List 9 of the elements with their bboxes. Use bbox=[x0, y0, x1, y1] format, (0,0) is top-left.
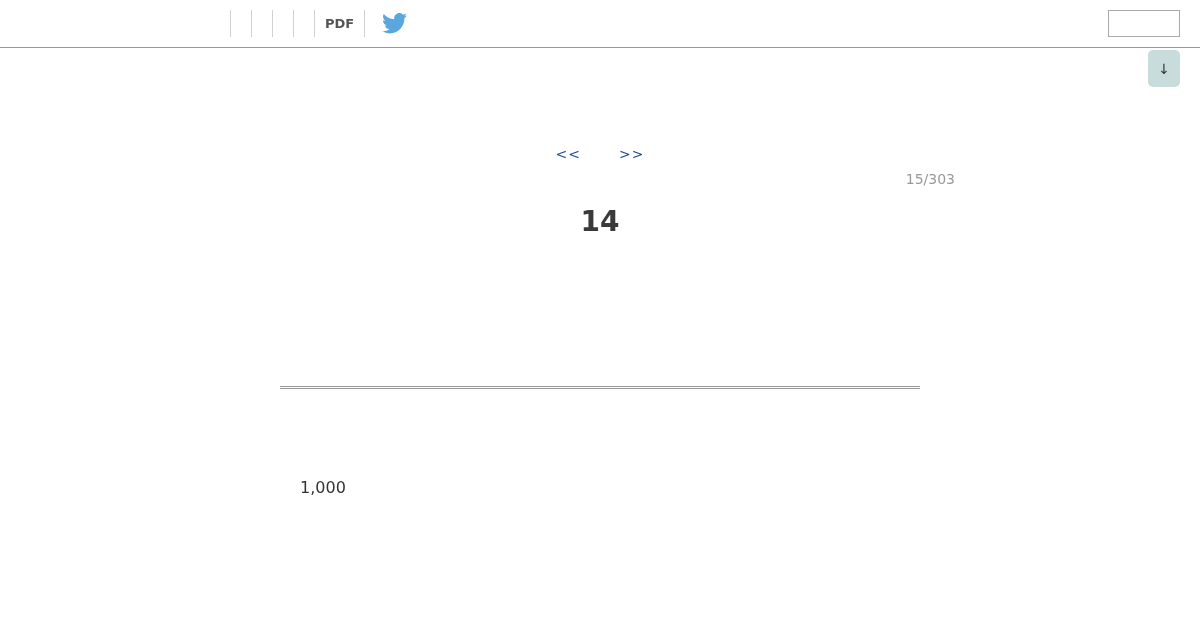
previous-link[interactable]: << bbox=[555, 145, 581, 163]
pdf-link[interactable]: PDF bbox=[325, 15, 355, 32]
page-counter: 15/303 bbox=[905, 170, 955, 188]
heading: 14 bbox=[580, 205, 620, 239]
next-link[interactable]: >> bbox=[619, 145, 645, 163]
search-field[interactable] bbox=[1108, 10, 1180, 37]
scroll-down-button[interactable]: ↓ bbox=[1148, 50, 1180, 87]
bird-icon[interactable] bbox=[382, 13, 408, 34]
amount-text: 1,000 bbox=[300, 478, 346, 498]
